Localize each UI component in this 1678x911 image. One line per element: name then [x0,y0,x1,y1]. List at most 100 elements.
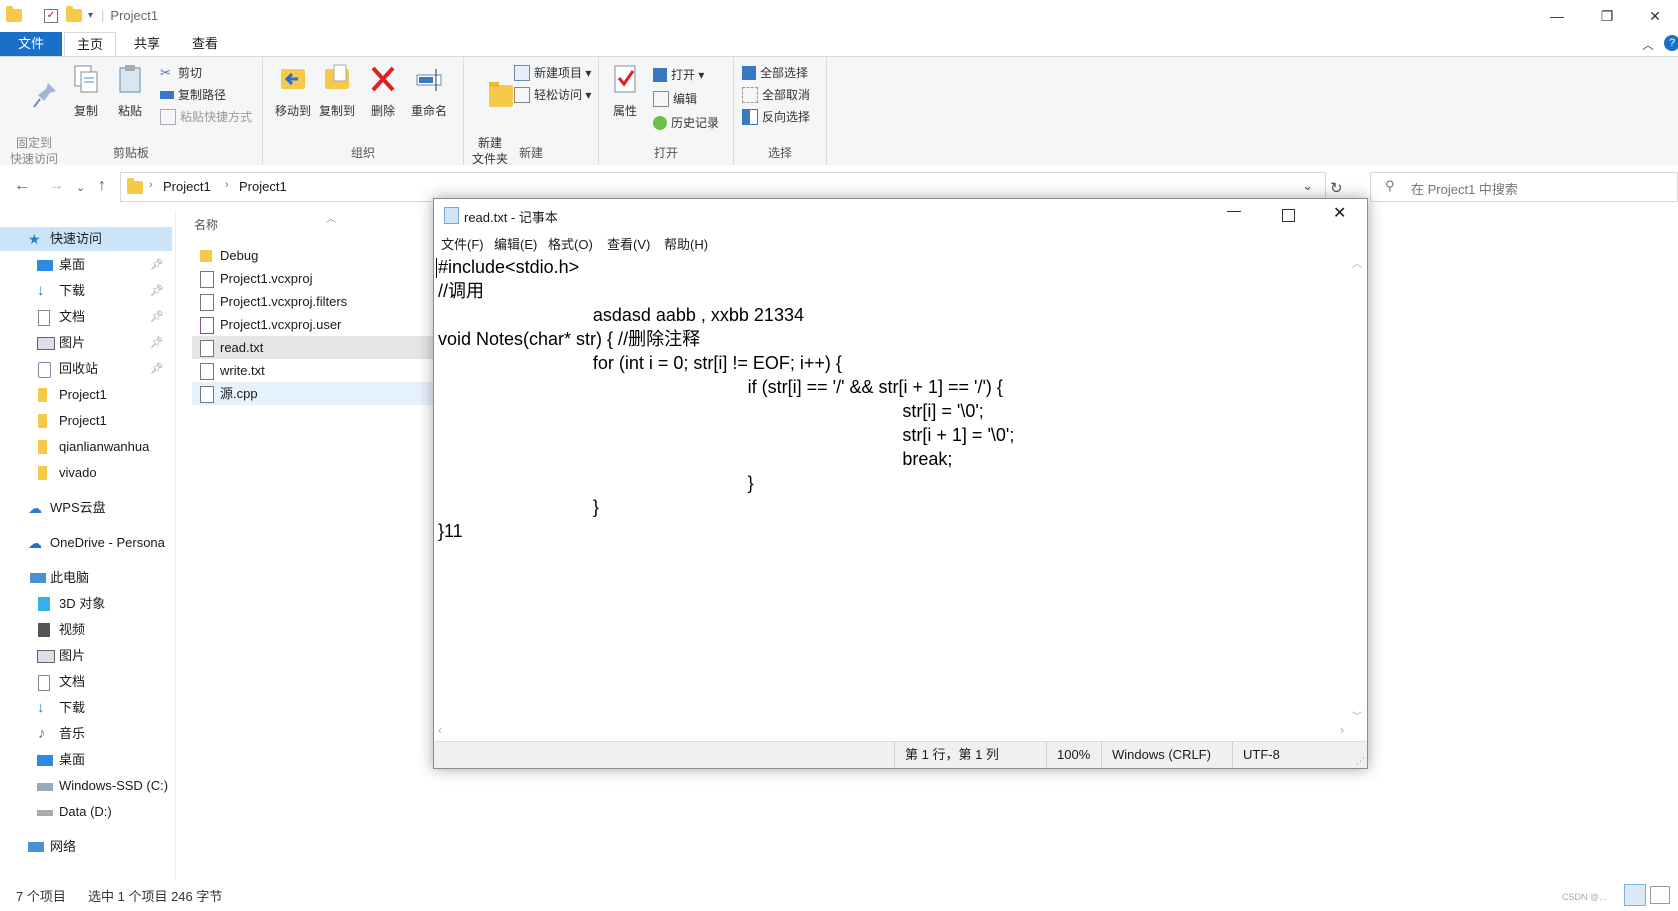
new-item-button[interactable]: 新建项目 ▾ [514,63,591,83]
cut-button[interactable]: ✂ 剪切 [160,63,202,83]
paste-shortcut-button[interactable]: 粘贴快捷方式 [160,107,252,127]
new-folder-icon[interactable] [66,6,82,22]
nav-this-pc[interactable]: 此电脑 [0,566,172,590]
up-arrow-icon[interactable]: ↑ [98,177,106,195]
easy-access-button[interactable]: 轻松访问 ▾ [514,85,591,105]
nav-downloads[interactable]: ↓ 下载 📌︎ [0,279,172,303]
properties-check-icon[interactable]: ✓ [44,8,58,23]
nav-videos[interactable]: 视频 [0,618,172,642]
back-arrow-icon[interactable]: ← [14,177,30,195]
nav-documents[interactable]: 文档 📌︎ [0,305,172,329]
properties-button[interactable]: 属性 [601,61,649,119]
pin-icon[interactable]: 📌︎ [150,253,164,277]
menu-format[interactable]: 格式(O) [548,234,593,253]
navigation-pane: ★ 快速访问 桌面 📌︎ ↓ 下载 📌︎ 文档 📌︎ 图片 📌︎ 回收站 📌︎ Projec… [0,210,176,880]
scroll-right-icon[interactable]: › [1340,723,1344,737]
nav-wps-cloud[interactable]: ☁ WPS云盘 [0,496,172,520]
help-icon[interactable]: ? [1664,35,1678,51]
tab-file[interactable]: 文件 [0,32,62,56]
scroll-up-icon[interactable]: ︿ [1352,255,1362,270]
nav-recycle-bin[interactable]: 回收站 📌︎ [0,357,172,381]
nav-3d-objects[interactable]: 3D 对象 [0,592,172,616]
nav-drive-c[interactable]: Windows-SSD (C:) [0,774,172,798]
nav-onedrive[interactable]: ☁ OneDrive - Persona [0,531,172,555]
collapse-ribbon-icon[interactable]: ︿ [1642,36,1654,53]
nav-project1[interactable]: Project1 [0,409,172,433]
nav-desktop[interactable]: 桌面 [0,748,172,772]
resize-grip-icon[interactable]: ⋰ [1356,756,1365,767]
breadcrumb-item[interactable]: Project1 [239,179,287,194]
file-row[interactable]: Project1.vcxproj.filters [192,290,434,313]
tab-home[interactable]: 主页 [64,32,117,57]
file-row-selected[interactable]: read.txt [192,336,434,359]
nav-pictures[interactable]: 图片 📌︎ [0,331,172,355]
tab-view[interactable]: 查看 [180,32,230,56]
menu-edit[interactable]: 编辑(E) [494,234,537,253]
nav-project1[interactable]: Project1 [0,383,172,407]
nav-qianlianwanhua[interactable]: qianlianwanhua [0,435,172,459]
edit-button[interactable]: 编辑 [653,89,697,109]
document-icon [38,310,50,326]
notepad-window: read.txt - 记事本 — ✕ 文件(F) 编辑(E) 格式(O) 查看(… [433,198,1368,769]
file-row-hover[interactable]: 源.cpp [192,382,434,405]
file-row[interactable]: Project1.vcxproj [192,267,434,290]
nav-music[interactable]: ♪ 音乐 [0,722,172,746]
open-button[interactable]: 打开 ▾ [653,65,704,85]
sort-chevron-icon: ︿ [326,214,336,225]
nav-quick-access[interactable]: ★ 快速访问 [0,227,172,251]
move-to-button[interactable]: 移动到 [269,61,317,119]
pin-icon[interactable]: 📌︎ [150,305,164,329]
menu-help[interactable]: 帮助(H) [664,234,708,253]
column-header-name[interactable]: 名称 [194,216,218,233]
pin-icon[interactable]: 📌︎ [150,331,164,355]
horizontal-scrollbar[interactable]: ‹ › [436,723,1348,740]
rename-button[interactable]: 重命名 [405,61,453,119]
file-row[interactable]: Project1.vcxproj.user [192,313,434,336]
nav-documents[interactable]: 文档 [0,670,172,694]
nav-downloads[interactable]: ↓ 下载 [0,696,172,720]
copy-path-button[interactable]: 复制路径 [160,85,226,105]
close-button[interactable]: ✕ [1632,0,1678,32]
forward-arrow-icon[interactable]: → [48,177,64,195]
scroll-left-icon[interactable]: ‹ [438,723,442,737]
quick-access-dropdown-icon[interactable]: ▾ [88,10,93,21]
history-button[interactable]: 历史记录 [653,113,719,133]
scroll-down-icon[interactable]: ﹀ [1352,708,1362,723]
recent-chevron-icon[interactable]: ⌄ [76,181,85,194]
nav-pictures[interactable]: 图片 [0,644,172,668]
large-icons-view-icon[interactable] [1650,886,1670,904]
select-all-button[interactable]: 全部选择 [742,63,808,83]
menu-view[interactable]: 查看(V) [607,234,650,253]
select-none-button[interactable]: 全部取消 [742,85,810,105]
nav-desktop[interactable]: 桌面 📌︎ [0,253,172,277]
address-dropdown-icon[interactable]: ⌄ [1302,178,1313,194]
refresh-icon[interactable]: ↻ [1330,179,1343,197]
file-row[interactable]: Debug [192,244,434,267]
tab-share[interactable]: 共享 [122,32,172,56]
copy-button[interactable]: 复制 [62,61,110,119]
notepad-maximize-button[interactable] [1282,209,1295,222]
video-icon [38,623,50,637]
delete-button[interactable]: 删除 [359,61,407,119]
breadcrumb-item[interactable]: Project1 [163,179,211,194]
notepad-text-area[interactable]: #include<stdio.h> //调用 asdasd aabb , xxb… [436,255,1346,723]
invert-selection-button[interactable]: 反向选择 [742,107,810,127]
search-box[interactable]: ⚲ 在 Project1 中搜索 [1370,172,1678,202]
notepad-close-button[interactable]: ✕ [1333,203,1346,223]
nav-vivado[interactable]: vivado [0,461,172,485]
pin-icon[interactable]: 📌︎ [150,279,164,303]
paste-button[interactable]: 粘贴 [106,61,154,119]
title-separator: | [101,8,105,23]
menu-file[interactable]: 文件(F) [441,234,484,253]
nav-network[interactable]: 网络 [0,835,172,859]
details-view-icon[interactable] [1624,884,1646,906]
file-row[interactable]: write.txt [192,359,434,382]
copy-to-button[interactable]: 复制到 [313,61,361,119]
notepad-minimize-button[interactable]: — [1227,202,1241,218]
pin-icon[interactable]: 📌︎ [150,357,164,381]
restore-button[interactable]: ❐ [1584,0,1630,32]
nav-drive-d[interactable]: Data (D:) [0,800,172,824]
minimize-button[interactable]: — [1534,0,1580,32]
vertical-scrollbar[interactable]: ︿ ﹀ [1349,255,1365,723]
nav-label: 网络 [50,839,77,854]
